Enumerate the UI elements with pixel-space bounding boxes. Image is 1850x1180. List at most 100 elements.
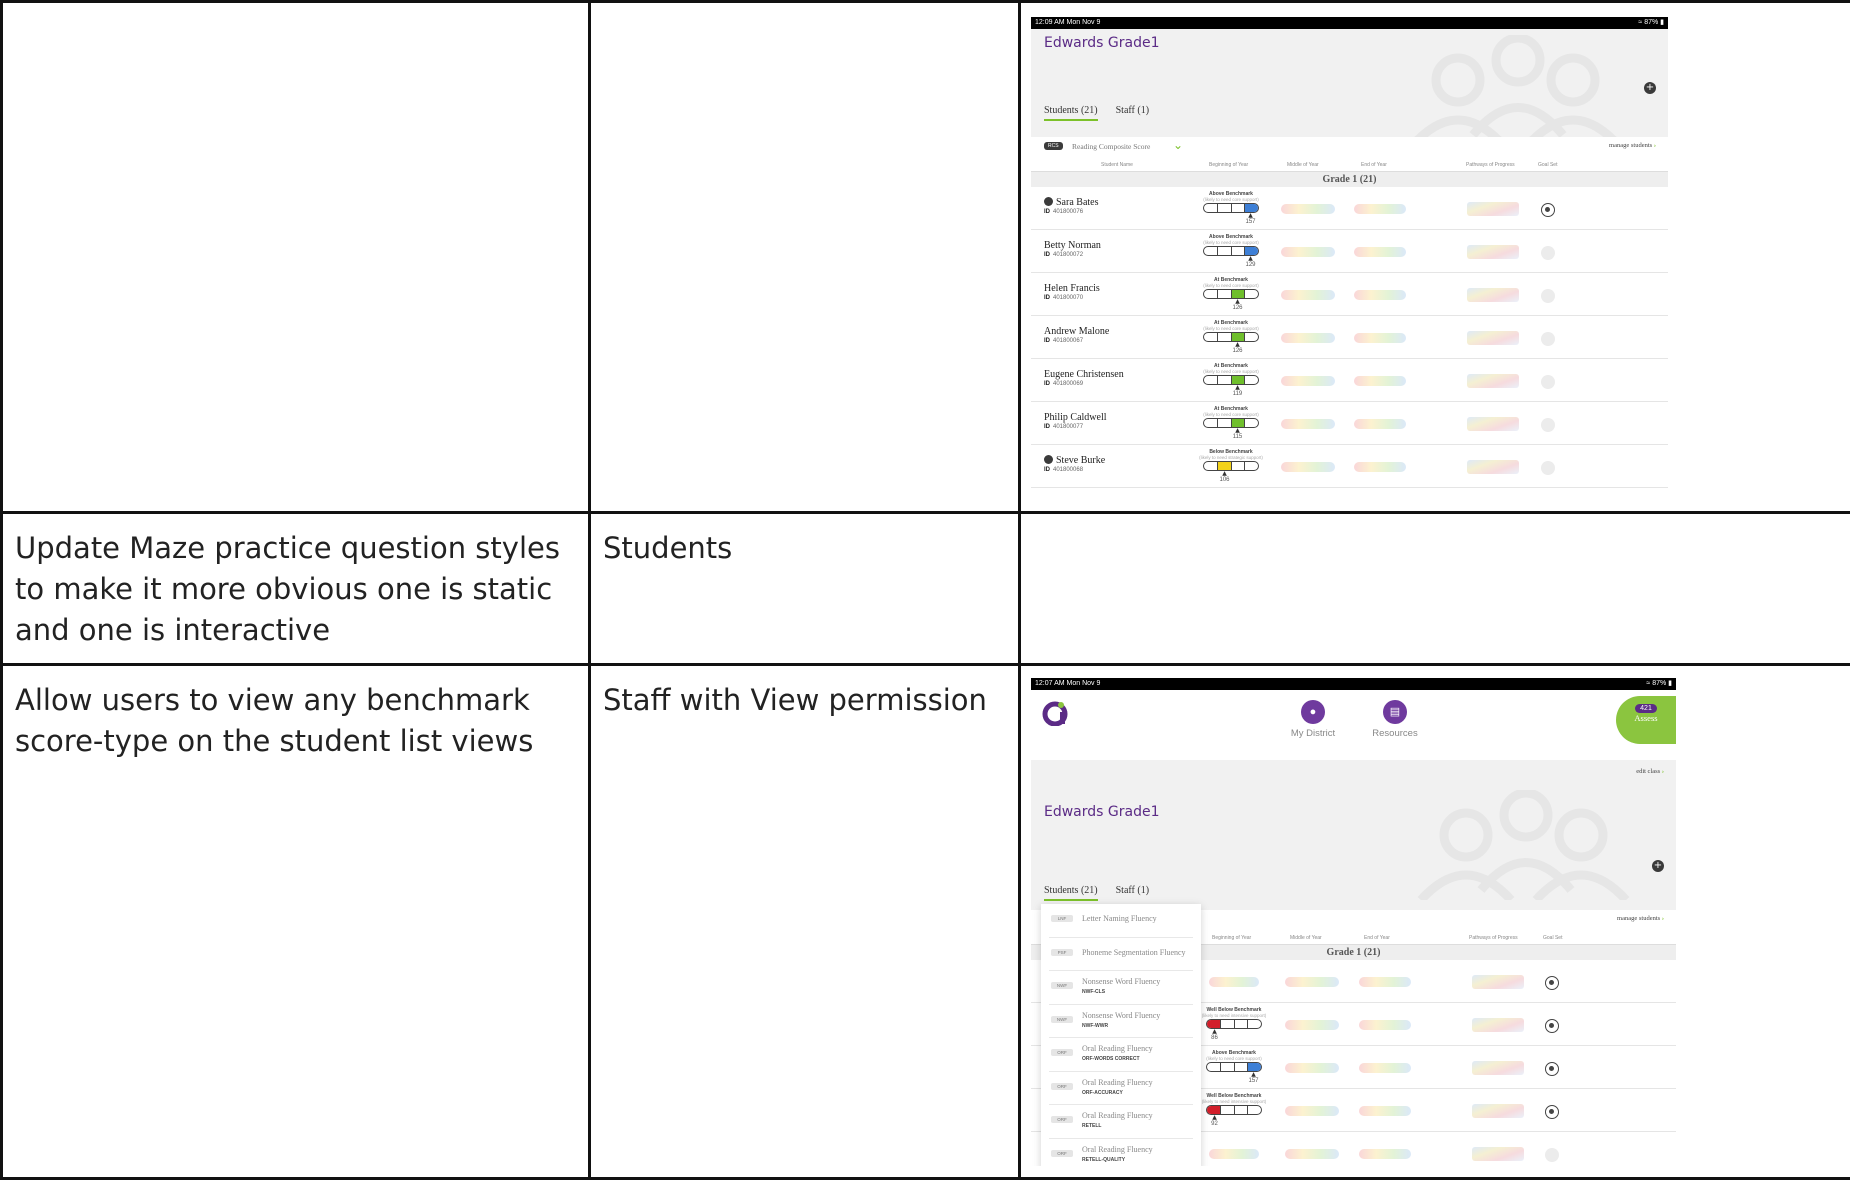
student-name[interactable]: Andrew Malone [1044, 326, 1109, 337]
add-icon[interactable]: + [1644, 82, 1656, 94]
benchmark-segment [1245, 204, 1258, 212]
benchmark-segment [1245, 290, 1258, 298]
end-of-year-bar [1354, 419, 1406, 429]
score-type-option[interactable]: PSFPhoneme Segmentation Fluency [1049, 938, 1193, 972]
table-row[interactable]: Helen FrancisID401800070At Benchmark(lik… [1031, 273, 1668, 316]
col-end-of-year[interactable]: End of Year [1361, 162, 1387, 168]
student-name[interactable]: Sara Bates [1044, 197, 1099, 208]
goal-set-radio-icon[interactable] [1545, 1019, 1559, 1033]
benchmark-segment [1245, 333, 1258, 341]
middle-of-year-bar [1285, 977, 1339, 987]
goal-set-radio-icon[interactable] [1545, 976, 1559, 990]
goal-set-radio-icon[interactable] [1541, 332, 1555, 346]
manage-students-link[interactable]: manage students › [1609, 142, 1656, 149]
student-name-text: Sara Bates [1056, 197, 1099, 208]
benchmark-bar [1203, 418, 1259, 428]
tab-staff[interactable]: Staff (1) [1116, 885, 1149, 901]
col-end-of-year[interactable]: End of Year [1364, 935, 1390, 941]
goal-set-radio-icon[interactable] [1541, 246, 1555, 260]
col-middle-of-year[interactable]: Middle of Year [1290, 935, 1322, 941]
benchmark-sublabel: (likely to need core support) [1199, 1056, 1269, 1061]
goal-set-radio-icon[interactable] [1545, 1062, 1559, 1076]
student-name[interactable]: Helen Francis [1044, 283, 1100, 294]
add-icon[interactable]: + [1652, 860, 1664, 872]
benchmark-indicator [1199, 977, 1269, 987]
benchmark-segment [1218, 462, 1232, 470]
table-row[interactable]: Andrew MaloneID401800067At Benchmark(lik… [1031, 316, 1668, 359]
table-row[interactable]: Betty NormanID401800072Above Benchmark(l… [1031, 230, 1668, 273]
score-type-option[interactable]: ORFOral Reading FluencyORF-WORDS CORRECT [1049, 1038, 1193, 1072]
col-middle-of-year[interactable]: Middle of Year [1287, 162, 1319, 168]
chevron-down-icon[interactable]: ⌄ [1173, 138, 1183, 152]
feature-table: 12:09 AM Mon Nov 9 ≈ 87% ▮ Edwards Grade… [0, 0, 1850, 1180]
screenshot-cell: 12:07 AM Mon Nov 9 ≈ 87% ▮ ● My District [1020, 665, 1850, 1179]
student-id-prefix: ID [1044, 252, 1050, 258]
nav-resources[interactable]: ▤ Resources [1365, 700, 1425, 739]
tab-staff[interactable]: Staff (1) [1116, 105, 1149, 121]
goal-set-radio-icon[interactable] [1541, 418, 1555, 432]
measure-subtype: RETELL-QUALITY [1082, 1157, 1125, 1163]
benchmark-sublabel: (likely to need intensive support) [1199, 1013, 1269, 1018]
benchmark-segment [1245, 247, 1258, 255]
benchmark-indicator: Above Benchmark(likely to need core supp… [1199, 1050, 1269, 1084]
student-name[interactable]: Philip Caldwell [1044, 412, 1107, 423]
class-title: Edwards Grade1 [1044, 35, 1160, 51]
goal-set-radio-icon[interactable] [1541, 375, 1555, 389]
col-pathways[interactable]: Pathways of Progress [1466, 162, 1515, 168]
table-row[interactable]: Steve BurkeID401800068Below Benchmark(li… [1031, 445, 1668, 488]
benchmark-segment [1232, 247, 1246, 255]
score-type-option[interactable]: ORFOral Reading FluencyORF-ACCURACY [1049, 1072, 1193, 1106]
feature-cell: Allow users to view any benchmark score-… [2, 665, 590, 1179]
assess-button[interactable]: 421 Assess [1616, 696, 1676, 744]
benchmark-score: 115 [1209, 434, 1266, 440]
goal-set-radio-icon[interactable] [1541, 203, 1555, 217]
col-beginning-of-year[interactable]: Beginning of Year [1212, 935, 1251, 941]
col-beginning-of-year[interactable]: Beginning of Year [1209, 162, 1248, 168]
student-name[interactable]: Steve Burke [1044, 455, 1105, 466]
student-id-value: 401800069 [1053, 381, 1083, 387]
tab-students[interactable]: Students (21) [1044, 885, 1098, 901]
benchmark-segment [1207, 1020, 1221, 1028]
col-pathways[interactable]: Pathways of Progress [1469, 935, 1518, 941]
col-goal-set[interactable]: Goal Set [1538, 162, 1557, 168]
benchmark-indicator: Well Below Benchmark(likely to need inte… [1199, 1007, 1269, 1041]
nav-my-district[interactable]: ● My District [1283, 700, 1343, 739]
grade-band: Grade 1 (21) [1031, 171, 1668, 187]
goal-set-radio-icon[interactable] [1541, 461, 1555, 475]
col-goal-set[interactable]: Goal Set [1543, 935, 1562, 941]
student-name[interactable]: Betty Norman [1044, 240, 1101, 251]
end-of-year-bar [1354, 376, 1406, 386]
end-of-year-bar [1359, 1106, 1411, 1116]
measure-subtype: NWF-CLS [1082, 989, 1105, 995]
table-row[interactable]: Eugene ChristensenID401800069At Benchmar… [1031, 359, 1668, 402]
goal-set-radio-icon[interactable] [1541, 289, 1555, 303]
student-id-value: 401800068 [1053, 467, 1083, 473]
score-type-dropdown[interactable]: LNFLetter Naming FluencyPSFPhoneme Segme… [1041, 904, 1201, 1166]
col-student-name[interactable]: Student Name [1101, 162, 1133, 168]
score-filter[interactable]: RCS Reading Composite Score ⌄ manage stu… [1031, 137, 1668, 159]
table-row[interactable]: Sara BatesID401800076Above Benchmark(lik… [1031, 187, 1668, 230]
goal-set-radio-icon[interactable] [1545, 1105, 1559, 1119]
measure-name: Nonsense Word Fluency [1082, 977, 1160, 986]
benchmark-indicator: At Benchmark(likely to need core support… [1196, 363, 1266, 397]
class-header: Edwards Grade1 + Students (21) Staff (1) [1031, 29, 1668, 137]
app-frame: 12:07 AM Mon Nov 9 ≈ 87% ▮ ● My District [1031, 678, 1676, 1166]
measure-subtype: ORF-WORDS CORRECT [1082, 1056, 1140, 1062]
manage-students-link[interactable]: manage students › [1617, 915, 1664, 922]
score-type-label[interactable]: Reading Composite Score [1072, 142, 1150, 151]
goal-set-radio-icon[interactable] [1545, 1148, 1559, 1162]
score-type-option[interactable]: ORFOral Reading FluencyRETELL [1049, 1105, 1193, 1139]
student-name-text: Betty Norman [1044, 240, 1101, 251]
student-id-value: 401800070 [1053, 295, 1083, 301]
end-of-year-bar [1354, 333, 1406, 343]
score-type-option[interactable]: NWFNonsense Word FluencyNWF-WWR [1049, 1005, 1193, 1039]
edit-class-link[interactable]: edit class › [1636, 768, 1664, 775]
end-of-year-bar [1354, 247, 1406, 257]
table-row[interactable]: Philip CaldwellID401800077At Benchmark(l… [1031, 402, 1668, 445]
class-header: edit class › Edwards Grade1 + Students (… [1031, 760, 1676, 910]
tab-students[interactable]: Students (21) [1044, 105, 1098, 121]
score-type-option[interactable]: NWFNonsense Word FluencyNWF-CLS [1049, 971, 1193, 1005]
score-type-option[interactable]: LNFLetter Naming Fluency [1049, 904, 1193, 938]
score-type-option[interactable]: ORFOral Reading FluencyRETELL-QUALITY [1049, 1139, 1193, 1167]
student-name[interactable]: Eugene Christensen [1044, 369, 1124, 380]
